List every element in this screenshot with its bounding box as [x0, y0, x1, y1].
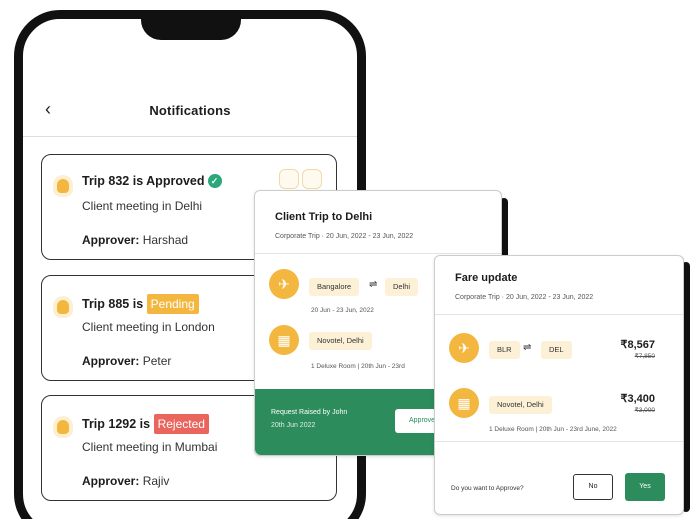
screen: ‹ Notifications Trip 832 is Approved ✓ Cl…: [0, 0, 696, 519]
approver-label: Approver:: [82, 354, 140, 368]
bulb-icon: [57, 300, 69, 314]
notification-title-text: Trip 1292 is: [82, 417, 151, 431]
no-button[interactable]: No: [573, 474, 613, 500]
divider: [435, 441, 683, 442]
hotel-mini-icon: [302, 169, 322, 189]
status-badge-rejected: Rejected: [153, 414, 209, 434]
phone-notch: [141, 19, 241, 40]
divider: [255, 253, 501, 254]
approver-name: Peter: [142, 354, 172, 368]
hotel-chip: Novotel, Delhi: [489, 396, 552, 414]
flight-icon: ✈: [269, 269, 299, 299]
flight-mini-icon: [279, 169, 299, 189]
fare-title: Fare update: [455, 272, 518, 284]
fare-subtitle: Corporate Trip · 20 Jun, 2022 - 23 Jun, …: [455, 294, 594, 301]
notification-subtitle: Client meeting in Mumbai: [82, 440, 218, 454]
app-header: ‹ Notifications: [23, 81, 357, 137]
notification-approver: Approver: Peter: [82, 354, 171, 368]
notification-approver: Approver: Rajiv: [82, 474, 169, 488]
flight-dates: 20 Jun - 23 Jun, 2022: [311, 307, 374, 314]
bulb-icon: [57, 179, 69, 193]
notification-subtitle: Client meeting in Delhi: [82, 199, 203, 213]
to-city-chip: Delhi: [385, 278, 419, 296]
bulb-icon: [57, 420, 69, 434]
notification-title: Trip 885 is Pending: [82, 294, 199, 314]
trip-title: Client Trip to Delhi: [275, 211, 373, 223]
to-city-chip: DEL: [541, 341, 572, 359]
trip-subtitle: Corporate Trip · 20 Jun, 2022 - 23 Jun, …: [275, 233, 414, 240]
approver-label: Approver:: [82, 474, 140, 488]
hotel-old-price: ₹3,000: [634, 407, 655, 414]
request-date: 20th Jun 2022: [271, 422, 316, 429]
hotel-chip: Novotel, Delhi: [309, 332, 372, 350]
hotel-details: 1 Deluxe Room | 20th Jun - 23rd June, 20…: [489, 426, 617, 433]
swap-arrow-icon: ⇌: [369, 279, 378, 290]
status-badge-pending: Pending: [146, 294, 199, 314]
from-city-chip: Bangalore: [309, 278, 360, 296]
approver-name: Rajiv: [142, 474, 170, 488]
fare-update-card: Fare update Corporate Trip · 20 Jun, 202…: [434, 255, 684, 515]
approver-name: Harshad: [142, 233, 189, 247]
flight-price: ₹8,567 ₹7,850: [620, 338, 655, 360]
notification-title: Trip 1292 is Rejected: [82, 414, 209, 434]
from-city-chip: BLR: [489, 341, 520, 359]
notification-subtitle: Client meeting in London: [82, 320, 215, 334]
trip-type-icons: [276, 169, 322, 189]
hotel-new-price: ₹3,400: [620, 393, 655, 405]
request-raised-by: Request Raised by John: [271, 409, 348, 416]
flight-old-price: ₹7,850: [634, 353, 655, 360]
flight-new-price: ₹8,567: [620, 339, 655, 351]
hotel-icon: ▦: [449, 388, 479, 418]
approve-question: Do you want to Approve?: [451, 485, 524, 492]
hotel-details: 1 Deluxe Room | 20th Jun - 23rd: [311, 363, 405, 370]
notification-title-text: Trip 885 is: [82, 297, 144, 311]
hotel-price: ₹3,400 ₹3,000: [620, 392, 655, 414]
notification-approver: Approver: Harshad: [82, 233, 188, 247]
flight-icon: ✈: [449, 333, 479, 363]
hotel-icon: ▦: [269, 325, 299, 355]
approver-label: Approver:: [82, 233, 140, 247]
swap-arrow-icon: ⇌: [523, 342, 532, 353]
page-title: Notifications: [149, 103, 231, 118]
yes-button[interactable]: Yes: [625, 473, 665, 501]
notification-title: Trip 832 is Approved ✓: [82, 173, 222, 188]
notification-title-text: Trip 832 is Approved: [82, 173, 205, 188]
divider: [435, 314, 683, 315]
check-circle-icon: ✓: [207, 173, 222, 188]
